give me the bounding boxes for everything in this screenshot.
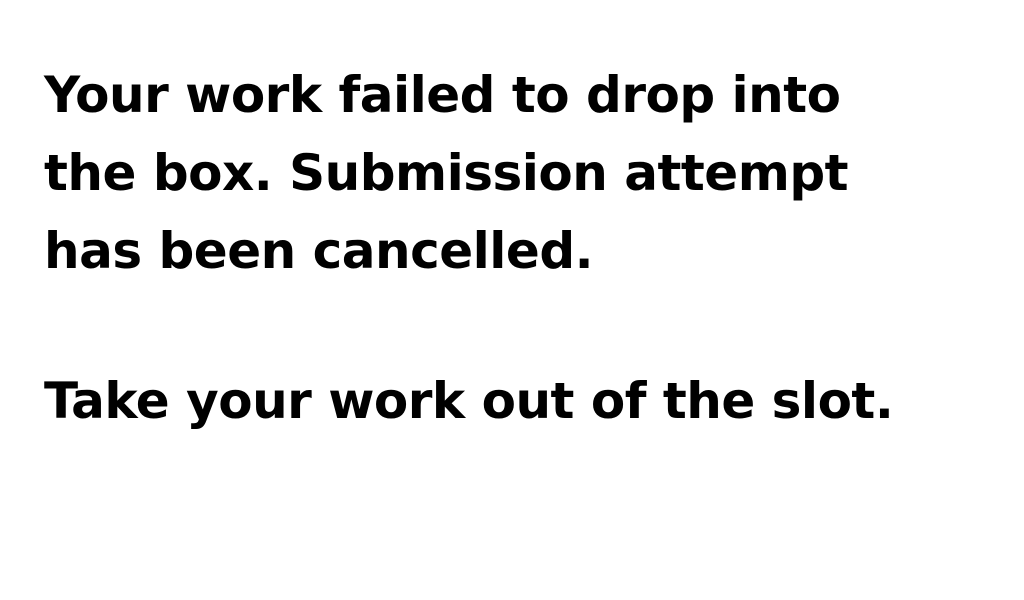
- error-message: Your work failed to drop into the box. S…: [44, 56, 1004, 290]
- kiosk-screen: Your work failed to drop into the box. S…: [0, 0, 1024, 600]
- error-message-line-3: has been cancelled.: [44, 222, 594, 280]
- error-message-line-1: Your work failed to drop into: [44, 66, 841, 124]
- error-message-line-2: the box. Submission attempt: [44, 144, 849, 202]
- instruction-text: Take your work out of the slot.: [44, 372, 894, 430]
